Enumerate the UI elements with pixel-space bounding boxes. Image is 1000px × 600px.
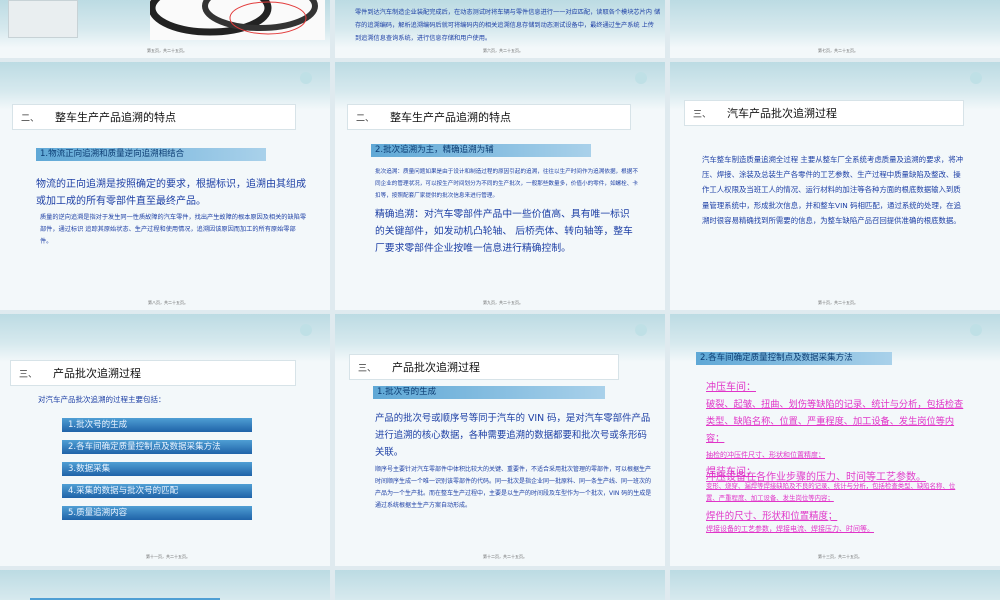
list-item-4[interactable]: 4.采集的数据与批次号的匹配 xyxy=(62,484,252,498)
intro-text: 对汽车产品批次追溯的过程主要包括： xyxy=(38,395,166,404)
body-text: 零件到达汽车制造企业装配完成后，在动态测试时将车辆与零件信息进行一一对应匹配，读… xyxy=(355,9,661,42)
slide-footer: 第八页，共二十五页。 xyxy=(148,300,188,305)
slide-footer: 第十三页，共二十五页。 xyxy=(818,554,862,559)
slide-footer: 第十一页，共二十五页。 xyxy=(146,554,190,559)
product-photo-label xyxy=(8,0,78,38)
stamping-defects-text: 破裂、起皱、扭曲、划伤等缺陷的记录、统计与分析，包括检查类型、缺陷名称、位置、严… xyxy=(706,399,964,444)
weld-precision-text: 焊件的尺寸、形状和位置精度； xyxy=(706,511,838,522)
product-photo-belt xyxy=(148,0,325,40)
slide-title: 整车生产产品追溯的特点 xyxy=(390,111,511,124)
section-number: 三、 xyxy=(358,363,377,374)
slide-7[interactable]: 第七页，共二十五页。 xyxy=(670,0,1000,58)
slide-footer: 第十页，共二十五页。 xyxy=(818,300,858,305)
slide-title-box: 三、 产品批次追溯过程 xyxy=(10,360,296,386)
slide-title-box: 二、 整车生产产品追溯的特点 xyxy=(12,104,296,130)
decor-dot xyxy=(300,324,312,336)
decor-dot xyxy=(300,72,312,84)
slide-15[interactable] xyxy=(335,570,665,600)
decor-dot xyxy=(970,324,982,336)
slide-footer: 第十二页，共二十五页。 xyxy=(483,554,527,559)
section-number: 二、 xyxy=(356,113,375,124)
workshop-heading: 冲压车间： xyxy=(706,382,756,393)
slide-9[interactable]: 二、 整车生产产品追溯的特点 2.批次追溯为主，精确追溯为辅 批次追溯：质量问题… xyxy=(335,62,665,310)
slide-footer: 第七页，共二十五页。 xyxy=(818,48,858,53)
decor-dot xyxy=(970,72,982,84)
body-text-small: 批次追溯：质量问题如果是由于设计和制造过程的原因引起的追溯，往往以生产时间作为追… xyxy=(375,169,638,199)
list-item-3[interactable]: 3.数据采集 xyxy=(62,462,252,476)
slide-title: 整车生产产品追溯的特点 xyxy=(55,111,176,124)
decor-dot xyxy=(635,324,647,336)
list-item-2[interactable]: 2.各车间确定质量控制点及数据采集方法 xyxy=(62,440,252,454)
welding-defects-text: 变形、烧穿、漏焊等焊接缺陷及不良的记录、统计与分析，包括检查类型、缺陷名称、位置… xyxy=(706,482,956,502)
decor-dot xyxy=(635,72,647,84)
weld-params-text: 焊接设备的工艺参数，焊接电流、焊接压力、时间等。 xyxy=(706,525,874,533)
body-text-small: 质量的逆向追溯是指对于发生同一性质故障的汽车零件，找出产生故障的根本原因及相关的… xyxy=(40,214,307,245)
slide-11[interactable]: 三、 产品批次追溯过程 对汽车产品批次追溯的过程主要包括： 1.批次号的生成 2… xyxy=(0,314,330,566)
slide-title-box: 三、 汽车产品批次追溯过程 xyxy=(684,100,964,126)
slide-12[interactable]: 三、 产品批次追溯过程 1.批次号的生成 产品的批次号或顺序号等同于汽车的 VI… xyxy=(335,314,665,566)
slide-10[interactable]: 三、 汽车产品批次追溯过程 汽车整车制造质量追溯全过程 主要从整车厂全系统考虑质… xyxy=(670,62,1000,310)
slide-6[interactable]: 零件到达汽车制造企业装配完成后，在动态测试时将车辆与零件信息进行一一对应匹配，读… xyxy=(335,0,665,58)
section-number: 三、 xyxy=(19,369,38,380)
body-text-large: 产品的批次号或顺序号等同于汽车的 VIN 码，是对汽车零部件产品进行追溯的核心数… xyxy=(375,413,651,458)
slide-title: 产品批次追溯过程 xyxy=(53,367,141,380)
section-number: 二、 xyxy=(21,113,40,124)
list-item-1[interactable]: 1.批次号的生成 xyxy=(62,418,252,432)
slide-footer: 第九页，共二十五页。 xyxy=(483,300,523,305)
slide-footer: 第五页，共二十五页。 xyxy=(147,48,187,53)
slide-13[interactable]: 2.各车间确定质量控制点及数据采集方法 冲压车间： 破裂、起皱、扭曲、划伤等缺陷… xyxy=(670,314,1000,566)
slide-5[interactable]: 第五页，共二十五页。 xyxy=(0,0,330,58)
body-text-large: 物流的正向追溯是按照确定的要求，根据标识，追溯由其组成或加工成的所有零部件直至最… xyxy=(36,179,306,207)
slide-title-box: 二、 整车生产产品追溯的特点 xyxy=(347,104,631,130)
slide-title: 汽车产品批次追溯过程 xyxy=(727,107,837,120)
slide-title: 产品批次追溯过程 xyxy=(392,361,480,374)
slide-8[interactable]: 二、 整车生产产品追溯的特点 1.物流正向追溯和质量逆向追溯相结合 物流的正向追… xyxy=(0,62,330,310)
section-number: 三、 xyxy=(693,109,712,120)
slide-footer: 第六页，共二十五页。 xyxy=(483,48,523,53)
list-item-5[interactable]: 5.质量追溯内容 xyxy=(62,506,252,520)
subsection-bar: 1.物流正向追溯和质量逆向追溯相结合 xyxy=(36,148,266,161)
stamping-precision-text: 抽检的冲压件尺寸、形状和位置精度； xyxy=(706,451,825,459)
subsection-bar: 1.批次号的生成 xyxy=(373,386,605,399)
body-text-large: 精确追溯：对汽车零部件产品中一些价值高、具有唯一标识的关键部件，如发动机凸轮轴、… xyxy=(375,209,633,254)
body-text-small: 顺序号主要针对汽车零部件中体积比较大的关键、重要件，不适合采用批次管理的零部件，… xyxy=(375,466,652,509)
body-text: 汽车整车制造质量追溯全过程 主要从整车厂全系统考虑质量及追溯的要求，将冲压、焊接… xyxy=(702,155,964,225)
slide-title-box: 三、 产品批次追溯过程 xyxy=(349,354,619,380)
subsection-bar: 2.各车间确定质量控制点及数据采集方法 xyxy=(696,352,892,365)
slide-14[interactable] xyxy=(0,570,330,600)
subsection-bar: 2.批次追溯为主，精确追溯为辅 xyxy=(371,144,591,157)
slide-16[interactable] xyxy=(670,570,1000,600)
